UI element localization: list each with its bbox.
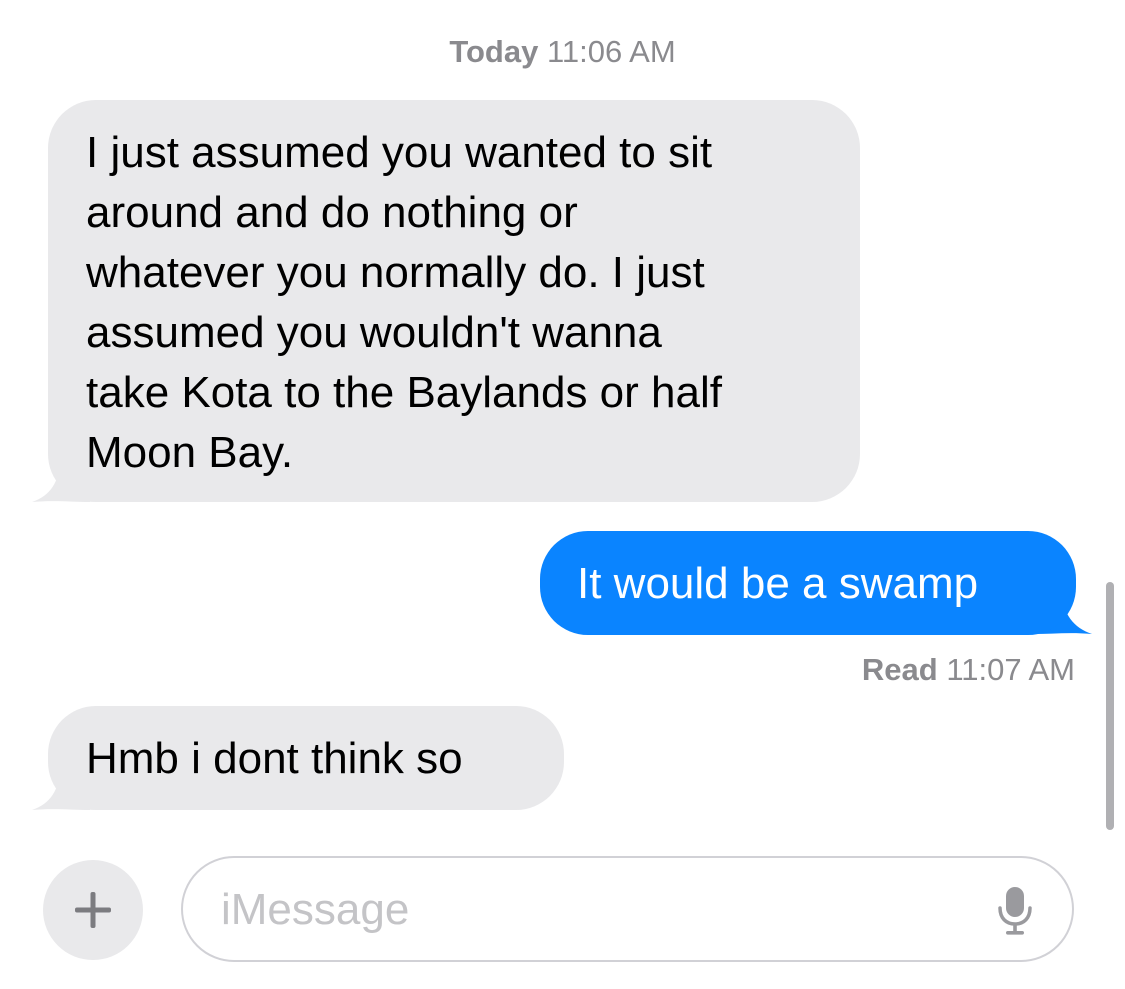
message-bubble-received[interactable]: Hmb i dont think so <box>48 706 564 810</box>
message-line: take Kota to the Baylands or half <box>86 368 722 417</box>
message-text: It would be a swamp <box>577 559 979 608</box>
scrollbar[interactable] <box>1106 582 1114 830</box>
conversation-timestamp: Today 11:06 AM <box>0 30 1125 74</box>
add-attachment-button[interactable] <box>43 860 143 960</box>
message-line: Moon Bay. <box>86 428 294 477</box>
message-text: Hmb i dont think so <box>86 734 463 783</box>
message-line: assumed you wouldn't wanna <box>86 308 662 357</box>
timestamp-day: Today <box>449 34 539 69</box>
message-line: I just assumed you wanted to sit <box>86 128 713 177</box>
message-line: whatever you normally do. I just <box>86 248 705 297</box>
read-receipt-time: 11:07 AM <box>946 652 1075 687</box>
message-bubble-sent[interactable]: It would be a swamp <box>540 531 1076 635</box>
message-line: around and do nothing or <box>86 188 578 237</box>
plus-icon <box>75 892 111 928</box>
read-receipt-label: Read <box>861 652 938 687</box>
read-receipt: Read 11:07 AM <box>862 650 1075 690</box>
message-input-placeholder: iMessage <box>221 885 410 934</box>
message-input[interactable]: iMessage <box>181 856 1074 962</box>
message-bubble-received[interactable]: I just assumed you wanted to sit around … <box>48 100 860 502</box>
microphone-icon[interactable] <box>998 886 1032 936</box>
timestamp-time: 11:06 AM <box>546 34 676 69</box>
